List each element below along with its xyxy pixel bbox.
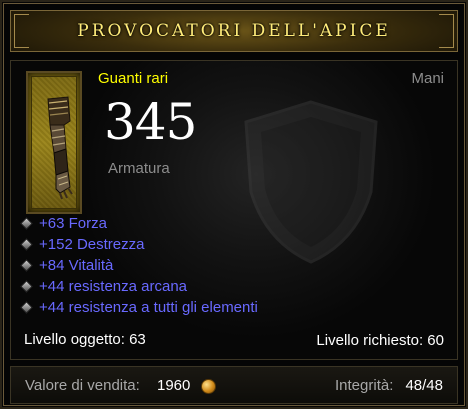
affix-dexterity: +152 Destrezza — [20, 234, 258, 255]
item-icon-frame[interactable] — [26, 71, 82, 214]
affix-text: +44 resistenza arcana — [39, 278, 188, 295]
affix-vitality: +84 Vitalità — [20, 255, 258, 276]
affix-list: +63 Forza +152 Destrezza +84 Vitalità +4… — [20, 213, 258, 318]
affix-text: +44 resistenza a tutti gli elementi — [39, 299, 258, 316]
affix-text: +63 Forza — [39, 215, 107, 232]
sell-value-label: Valore di vendita: — [25, 377, 140, 394]
item-level: Livello oggetto: 63 — [24, 331, 146, 348]
bullet-icon — [20, 259, 33, 272]
item-title-bar: PROVOCATORI DELL'APICE — [10, 10, 458, 52]
sell-value: 1960 — [157, 377, 191, 394]
durability-value: 48/48 — [405, 377, 443, 394]
item-slot: Mani — [411, 70, 444, 87]
armor-label: Armatura — [108, 160, 170, 177]
item-rarity: Guanti rari — [98, 70, 169, 87]
gauntlet-icon — [47, 96, 73, 200]
bullet-icon — [20, 280, 33, 293]
item-tooltip: PROVOCATORI DELL'APICE Guanti rari Mani … — [0, 0, 468, 409]
durability-label: Integrità: — [335, 377, 394, 394]
bullet-icon — [20, 217, 33, 230]
shield-watermark-icon — [244, 100, 378, 264]
affix-all-resistance: +44 resistenza a tutti gli elementi — [20, 297, 258, 318]
item-footer: Valore di vendita: 1960 Integrità: 48/48 — [10, 366, 458, 404]
affix-text: +152 Destrezza — [39, 236, 145, 253]
affix-arcane-resistance: +44 resistenza arcana — [20, 276, 258, 297]
gold-coin-icon — [201, 379, 216, 394]
bullet-icon — [20, 301, 33, 314]
item-icon-background — [31, 76, 77, 209]
required-level: Livello richiesto: 60 — [316, 332, 444, 349]
item-name: PROVOCATORI DELL'APICE — [77, 21, 391, 41]
affix-strength: +63 Forza — [20, 213, 258, 234]
bullet-icon — [20, 238, 33, 251]
armor-value: 345 — [104, 93, 197, 151]
affix-text: +84 Vitalità — [39, 257, 114, 274]
